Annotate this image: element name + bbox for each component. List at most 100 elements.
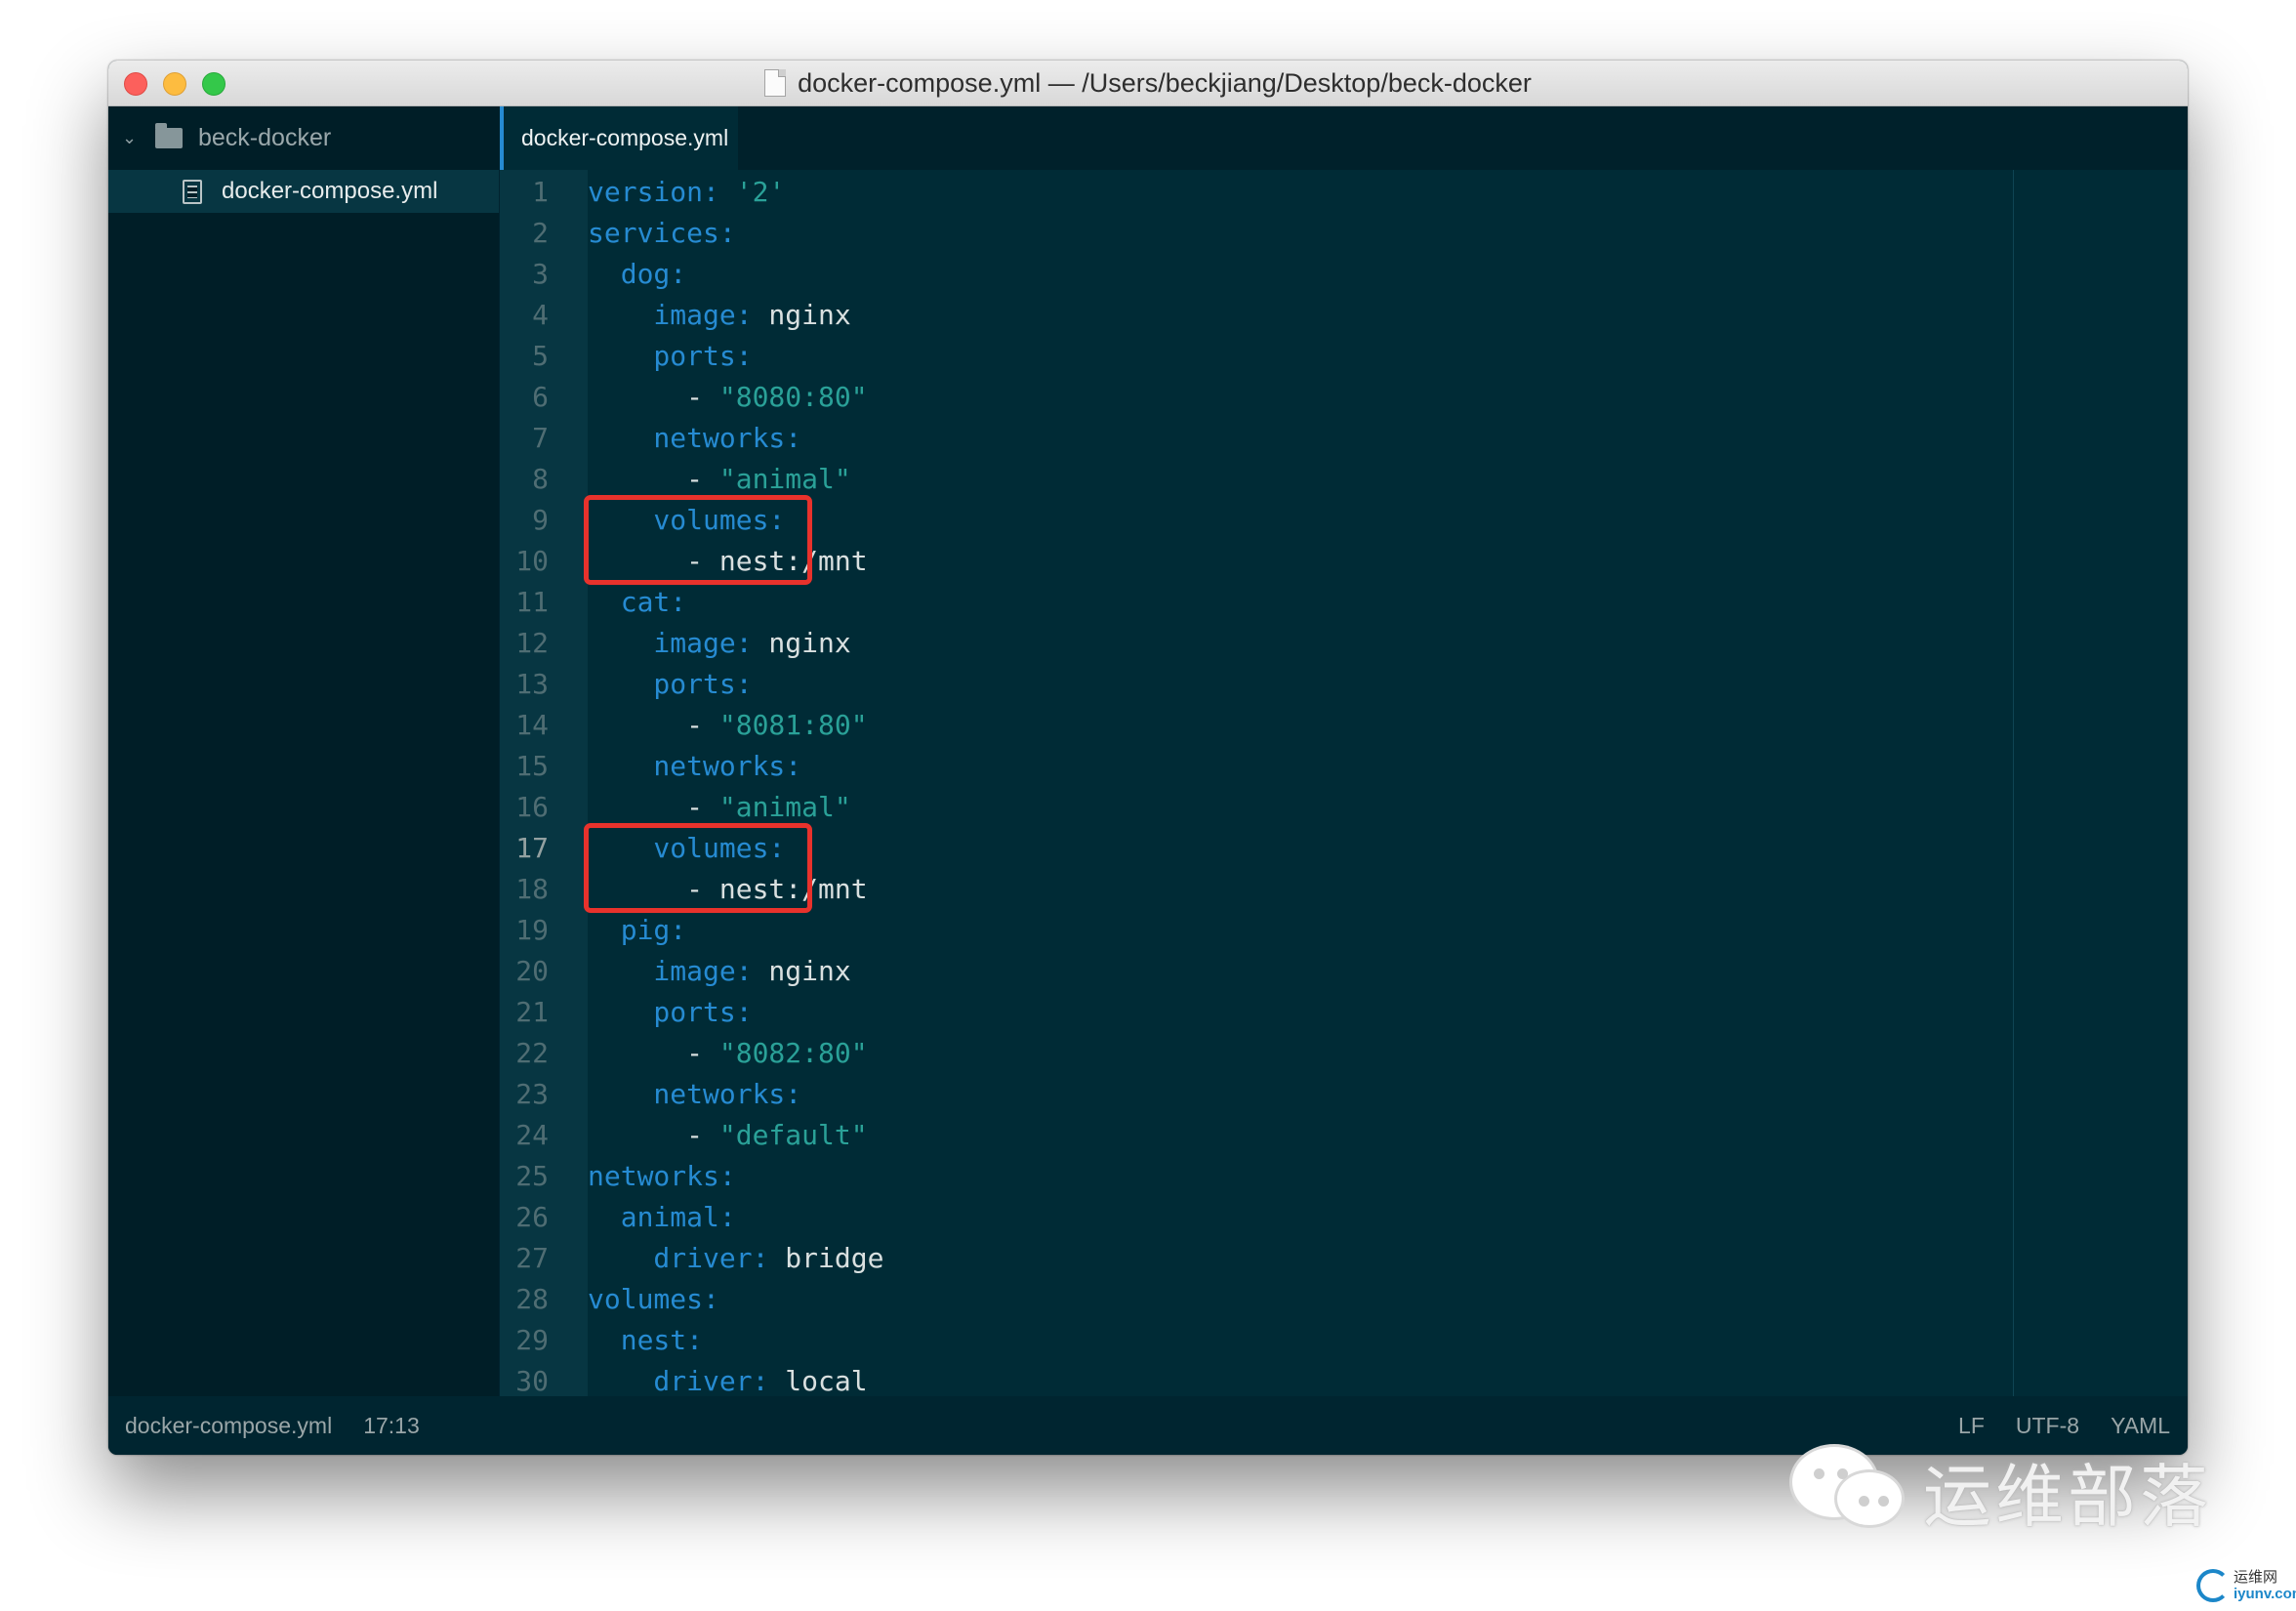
status-line-ending[interactable]: LF xyxy=(1958,1413,1985,1439)
logo-top-text: 运维网 xyxy=(2234,1568,2278,1586)
code-line[interactable]: 2 services: xyxy=(500,213,2188,254)
code-line[interactable]: 24 - "default" xyxy=(500,1115,2188,1156)
tab-docker-compose[interactable]: docker-compose.yml xyxy=(500,106,738,170)
line-number: 21 xyxy=(515,996,549,1028)
code-token: ports: xyxy=(588,668,753,700)
code-line[interactable]: 14 - "8081:80" xyxy=(500,705,2188,746)
code-line[interactable]: 11 cat: xyxy=(500,582,2188,623)
code-line[interactable]: 15 networks: xyxy=(500,746,2188,787)
line-number: 26 xyxy=(515,1201,549,1233)
code-token: "8081:80" xyxy=(718,709,868,741)
code-line[interactable]: 1 version: '2' xyxy=(500,172,2188,213)
code-line[interactable]: 29 nest: xyxy=(500,1320,2188,1361)
code-line[interactable]: 25 networks: xyxy=(500,1156,2188,1197)
line-number: 1 xyxy=(532,176,549,208)
code-line[interactable]: 13 ports: xyxy=(500,664,2188,705)
code-token: - xyxy=(588,1119,719,1151)
line-code: version: '2' xyxy=(588,172,785,213)
tab-bar: docker-compose.yml xyxy=(500,106,2188,170)
line-number: 10 xyxy=(515,545,549,577)
status-file-path[interactable]: docker-compose.yml xyxy=(125,1413,332,1439)
code-token: networks: xyxy=(588,1078,802,1110)
line-number: 17 xyxy=(515,832,549,864)
code-token: nest: xyxy=(588,1324,704,1356)
highlight-box xyxy=(584,495,812,585)
line-code: ports: xyxy=(588,336,753,377)
code-line[interactable]: 27 driver: bridge xyxy=(500,1238,2188,1279)
code-line[interactable]: 5 ports: xyxy=(500,336,2188,377)
code-line[interactable]: 8 - "animal" xyxy=(500,459,2188,500)
chevron-down-icon[interactable]: ⌄ xyxy=(122,128,142,148)
code-token: pig: xyxy=(588,914,687,946)
line-code: - "default" xyxy=(588,1115,867,1156)
code-line[interactable]: 28 volumes: xyxy=(500,1279,2188,1320)
code-token: "animal" xyxy=(718,791,851,823)
tree-root-folder[interactable]: ⌄ beck-docker xyxy=(108,106,499,170)
code-line[interactable]: 7 networks: xyxy=(500,418,2188,459)
code-token: nginx xyxy=(752,955,851,987)
line-number: 15 xyxy=(515,750,549,782)
line-code: ports: xyxy=(588,992,753,1033)
code-line[interactable]: 26 animal: xyxy=(500,1197,2188,1238)
highlight-box xyxy=(584,823,812,913)
line-code: animal: xyxy=(588,1197,736,1238)
line-code: - "8080:80" xyxy=(588,377,867,418)
code-line[interactable]: 4 image: nginx xyxy=(500,295,2188,336)
line-number: 29 xyxy=(515,1324,549,1356)
tree-file-label: docker-compose.yml xyxy=(222,178,438,204)
file-text-icon xyxy=(183,179,202,204)
line-code: networks: xyxy=(588,1156,736,1197)
window-title-area: docker-compose.yml — /Users/beckjiang/De… xyxy=(108,61,2188,105)
line-code: services: xyxy=(588,213,736,254)
code-token: - xyxy=(588,1037,719,1069)
code-token: - xyxy=(588,463,719,495)
status-cursor-position[interactable]: 17:13 xyxy=(363,1413,420,1439)
line-code: - "8082:80" xyxy=(588,1033,867,1074)
code-token: ports: xyxy=(588,996,753,1028)
code-token: animal: xyxy=(588,1201,736,1233)
code-line[interactable]: 16 - "animal" xyxy=(500,787,2188,828)
code-token: bridge xyxy=(768,1242,884,1274)
line-code: - "animal" xyxy=(588,459,851,500)
line-code: - "animal" xyxy=(588,787,851,828)
line-number: 3 xyxy=(532,258,549,290)
code-line[interactable]: 21 ports: xyxy=(500,992,2188,1033)
code-token: networks: xyxy=(588,750,802,782)
line-number: 25 xyxy=(515,1160,549,1192)
title-bar[interactable]: docker-compose.yml — /Users/beckjiang/De… xyxy=(108,61,2188,106)
line-number: 8 xyxy=(532,463,549,495)
code-line[interactable]: 3 dog: xyxy=(500,254,2188,295)
line-code: networks: xyxy=(588,418,801,459)
code-token: - xyxy=(588,791,719,823)
line-number: 23 xyxy=(515,1078,549,1110)
code-editor[interactable]: 1 version: '2' 2 services: 3 dog: 4 image: ng… xyxy=(500,170,2188,1397)
watermark: 运维部落 xyxy=(1792,1442,2212,1541)
code-line[interactable]: 22 - "8082:80" xyxy=(500,1033,2188,1074)
tree-file-docker-compose[interactable]: docker-compose.yml xyxy=(108,170,499,213)
code-token: "animal" xyxy=(718,463,851,495)
line-number: 24 xyxy=(515,1119,549,1151)
code-token: nginx xyxy=(752,627,851,659)
line-code: image: nginx xyxy=(588,623,851,664)
root-folder-label: beck-docker xyxy=(198,124,332,151)
code-token: image: xyxy=(588,955,753,987)
line-number: 20 xyxy=(515,955,549,987)
code-token: dog: xyxy=(588,258,687,290)
code-line[interactable]: 23 networks: xyxy=(500,1074,2188,1115)
status-grammar[interactable]: YAML xyxy=(2111,1413,2170,1439)
code-line[interactable]: 20 image: nginx xyxy=(500,951,2188,992)
code-line[interactable]: 12 image: nginx xyxy=(500,623,2188,664)
code-token: services: xyxy=(588,217,736,249)
code-line[interactable]: 19 pig: xyxy=(500,910,2188,951)
line-number: 28 xyxy=(515,1283,549,1315)
code-token: cat: xyxy=(588,586,687,618)
code-token: ports: xyxy=(588,340,753,372)
line-code: - "8081:80" xyxy=(588,705,868,746)
line-code: driver: bridge xyxy=(588,1238,883,1279)
code-token: - xyxy=(588,709,719,741)
code-token: volumes: xyxy=(588,1283,719,1315)
line-number: 5 xyxy=(532,340,549,372)
code-line[interactable]: 6 - "8080:80" xyxy=(500,377,2188,418)
line-code: pig: xyxy=(588,910,686,951)
status-encoding[interactable]: UTF-8 xyxy=(2016,1413,2079,1439)
